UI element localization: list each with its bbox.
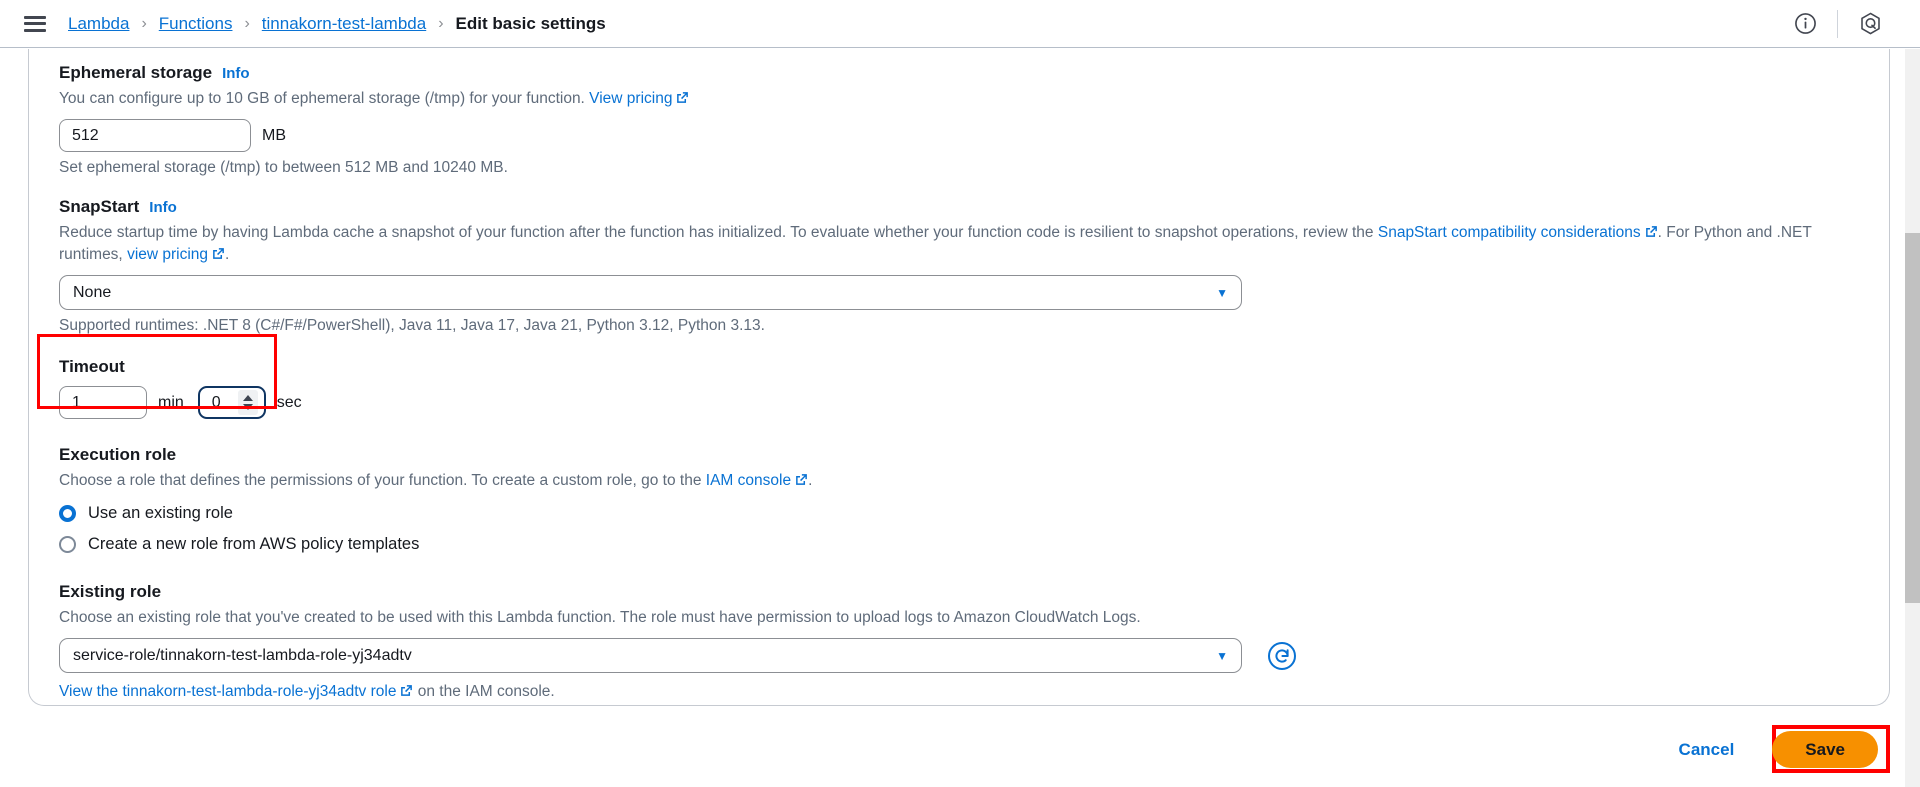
ephemeral-storage-info-link[interactable]: Info <box>222 65 250 82</box>
hamburger-line <box>24 15 46 19</box>
existing-role-selected-value: service-role/tinnakorn-test-lambda-role-… <box>73 646 412 664</box>
radio-label-use-existing-role: Use an existing role <box>88 504 233 522</box>
existing-role-view-link-row: View the tinnakorn-test-lambda-role-yj34… <box>59 683 1859 701</box>
timeout-section: Timeout min 0 sec <box>59 357 1859 419</box>
execution-role-description-suffix: . <box>808 472 813 489</box>
breadcrumb-item-current: Edit basic settings <box>455 13 606 33</box>
external-link-icon <box>212 247 225 260</box>
breadcrumb-separator: › <box>141 14 147 32</box>
radio-button-selected[interactable] <box>59 505 76 522</box>
save-button[interactable]: Save <box>1772 731 1878 768</box>
header-actions <box>1783 0 1920 48</box>
chevron-down-icon: ▼ <box>1216 285 1228 300</box>
execution-role-description: Choose a role that defines the permissio… <box>59 470 1859 492</box>
view-role-link[interactable]: View the tinnakorn-test-lambda-role-yj34… <box>59 683 396 700</box>
radio-create-new-role[interactable]: Create a new role from AWS policy templa… <box>59 535 1859 554</box>
external-link-icon <box>795 473 808 486</box>
execution-role-section: Execution role Choose a role that define… <box>59 445 1859 554</box>
cancel-button[interactable]: Cancel <box>1679 740 1735 760</box>
breadcrumb-item-functions[interactable]: Functions <box>159 14 233 34</box>
snapstart-pricing-link[interactable]: view pricing <box>127 246 208 263</box>
ephemeral-storage-description: You can configure up to 10 GB of ephemer… <box>59 88 1859 110</box>
hamburger-line <box>24 28 46 32</box>
existing-role-select[interactable]: service-role/tinnakorn-test-lambda-role-… <box>59 638 1242 673</box>
existing-role-section: Existing role Choose an existing role th… <box>59 582 1859 701</box>
timeout-seconds-unit: sec <box>276 393 302 411</box>
snapstart-description: Reduce startup time by having Lambda cac… <box>59 222 1859 266</box>
breadcrumb-item-lambda[interactable]: Lambda <box>68 14 129 34</box>
page-scrollbar-track[interactable] <box>1905 49 1920 787</box>
timeout-seconds-stepper[interactable]: 0 <box>197 386 266 419</box>
view-role-suffix: on the IAM console. <box>413 683 555 700</box>
chevron-down-icon[interactable] <box>242 404 253 410</box>
radio-use-existing-role[interactable]: Use an existing role <box>59 504 1859 523</box>
external-link-icon <box>400 684 413 697</box>
ephemeral-storage-unit: MB <box>262 126 286 144</box>
breadcrumb-separator: › <box>244 14 250 32</box>
snapstart-section: SnapStart Info Reduce startup time by hav… <box>59 197 1859 335</box>
execution-role-label: Execution role <box>59 445 177 464</box>
snapstart-description-part3: . <box>225 246 230 263</box>
timeout-inputs-row: min 0 sec <box>59 386 1859 419</box>
ephemeral-storage-description-text: You can configure up to 10 GB of ephemer… <box>59 90 590 107</box>
external-link-icon <box>1645 225 1658 238</box>
timeout-seconds-value: 0 <box>211 393 221 411</box>
header-divider <box>1837 9 1838 38</box>
ephemeral-storage-label-row: Ephemeral storage Info <box>59 63 1859 83</box>
top-header-bar: Lambda › Functions › tinnakorn-test-lamb… <box>0 0 1920 48</box>
breadcrumb-item-function-name[interactable]: tinnakorn-test-lambda <box>262 14 426 34</box>
form-footer: Cancel Save <box>0 712 1920 787</box>
existing-role-select-row: service-role/tinnakorn-test-lambda-role-… <box>59 638 1859 673</box>
timeout-minutes-input[interactable] <box>59 386 147 419</box>
chevron-down-icon: ▼ <box>1216 648 1228 663</box>
page-scrollbar-thumb[interactable] <box>1905 233 1920 603</box>
ephemeral-storage-hint: Set ephemeral storage (/tmp) to between … <box>59 159 508 176</box>
existing-role-description: Choose an existing role that you've crea… <box>59 609 1141 626</box>
timeout-minutes-unit: min <box>158 393 184 411</box>
breadcrumb: Lambda › Functions › tinnakorn-test-lamb… <box>68 14 606 34</box>
info-circle-icon[interactable] <box>1783 0 1827 48</box>
ephemeral-storage-input[interactable] <box>59 119 251 152</box>
settings-card: Ephemeral storage Info You can configure … <box>28 49 1890 706</box>
snapstart-label-row: SnapStart Info <box>59 197 1859 217</box>
snapstart-select[interactable]: None ▼ <box>59 275 1242 310</box>
timeout-label: Timeout <box>59 357 125 376</box>
ephemeral-storage-label: Ephemeral storage <box>59 63 213 82</box>
snapstart-hint: Supported runtimes: .NET 8 (C#/F#/PowerS… <box>59 317 765 334</box>
snapstart-info-link[interactable]: Info <box>149 199 177 216</box>
breadcrumb-separator: › <box>438 14 444 32</box>
refresh-icon[interactable] <box>1265 639 1299 673</box>
aws-q-hexagon-icon[interactable] <box>1848 0 1892 48</box>
snapstart-selected-value: None <box>73 283 112 301</box>
snapstart-label: SnapStart <box>59 197 140 216</box>
snapstart-considerations-link[interactable]: SnapStart compatibility considerations <box>1378 224 1641 241</box>
snapstart-description-part1: Reduce startup time by having Lambda cac… <box>59 224 1378 241</box>
hamburger-menu-icon[interactable] <box>24 15 46 32</box>
timeout-seconds-spinner[interactable] <box>237 390 258 415</box>
execution-role-description-text: Choose a role that defines the permissio… <box>59 472 706 489</box>
radio-button-unselected[interactable] <box>59 536 76 553</box>
external-link-icon <box>676 91 689 104</box>
hamburger-line <box>24 22 46 25</box>
iam-console-link[interactable]: IAM console <box>706 472 791 489</box>
chevron-up-icon[interactable] <box>242 395 253 401</box>
radio-label-create-new-role: Create a new role from AWS policy templa… <box>88 535 420 553</box>
existing-role-label: Existing role <box>59 582 162 601</box>
ephemeral-storage-input-row: MB <box>59 119 1859 152</box>
ephemeral-storage-section: Ephemeral storage Info You can configure … <box>59 63 1859 177</box>
ephemeral-storage-pricing-link[interactable]: View pricing <box>589 90 672 107</box>
